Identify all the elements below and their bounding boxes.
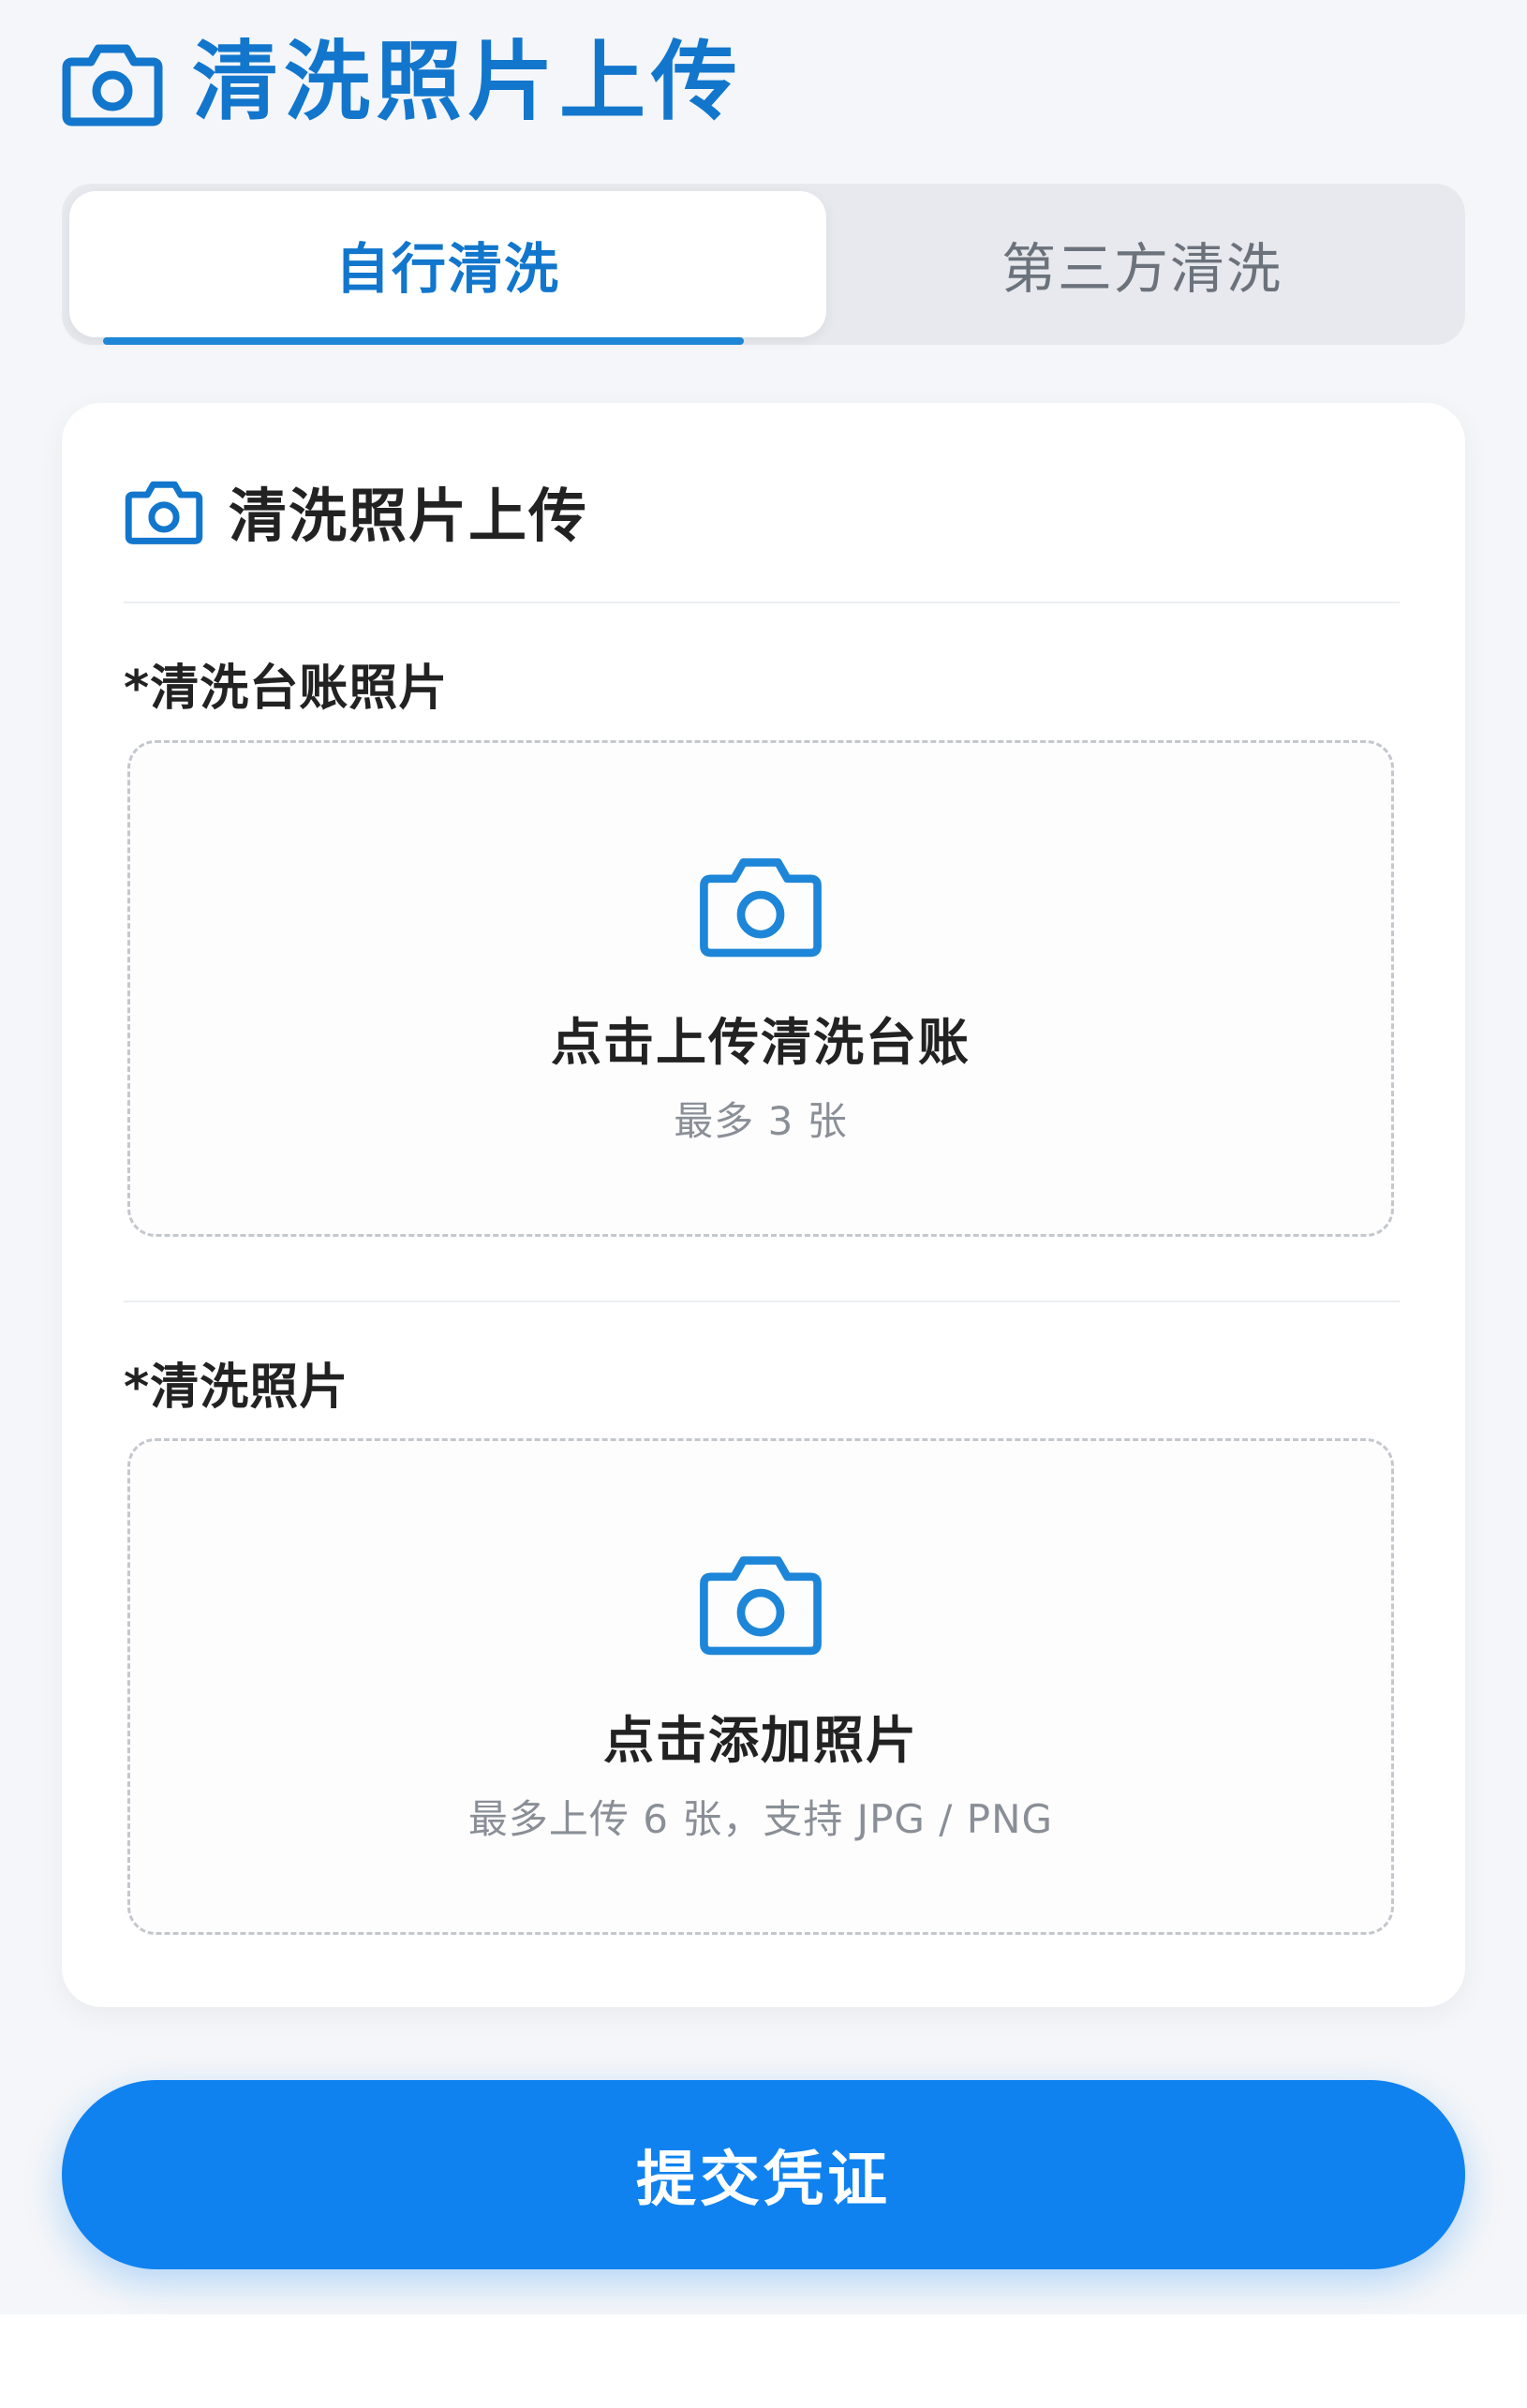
tab-label: 自行清洗	[334, 237, 560, 301]
tab-active-indicator	[103, 337, 744, 345]
divider	[124, 1301, 1400, 1302]
submit-label: 提交凭证	[636, 2146, 891, 2213]
tab-self-clean[interactable]: 自行清洗	[69, 191, 826, 345]
page: 清洗照片上传 自行清洗 第三方清洗 清洗照片上传 *清洗台账照片 点击上传清洗台…	[0, 0, 1527, 2408]
tab-third-party-clean[interactable]: 第三方清洗	[826, 191, 1458, 337]
card-title: 清洗照片上传	[229, 482, 589, 550]
upload-clean-photo-area[interactable]: 点击添加照片 最多上传 6 张，支持 JPG / PNG	[127, 1438, 1394, 1935]
camera-icon	[62, 44, 163, 126]
tab-label: 第三方清洗	[1001, 237, 1282, 301]
page-header: 清洗照片上传	[61, 26, 743, 139]
upload-ledger-photo-area[interactable]: 点击上传清洗台账 最多 3 张	[127, 740, 1394, 1237]
camera-icon	[700, 1556, 822, 1656]
page-title: 清洗照片上传	[192, 32, 744, 132]
bottom-area	[0, 2314, 1527, 2408]
camera-icon	[700, 858, 822, 958]
upload-title: 点击添加照片	[603, 1711, 918, 1770]
field-label-ledger-photo: *清洗台账照片	[124, 661, 449, 717]
submit-button[interactable]: 提交凭证	[62, 2080, 1465, 2269]
field-label-clean-photo: *清洗照片	[124, 1360, 349, 1416]
card-header: 清洗照片上传	[124, 468, 588, 553]
upload-hint: 最多上传 6 张，支持 JPG / PNG	[467, 1796, 1054, 1842]
upload-title: 点击上传清洗台账	[551, 1013, 971, 1072]
divider	[124, 602, 1400, 603]
camera-icon	[125, 481, 203, 544]
tab-bar: 自行清洗 第三方清洗	[62, 184, 1465, 345]
upload-hint: 最多 3 张	[674, 1098, 848, 1144]
upload-card: 清洗照片上传 *清洗台账照片 点击上传清洗台账 最多 3 张 *清洗照片 点击添…	[62, 403, 1465, 2007]
